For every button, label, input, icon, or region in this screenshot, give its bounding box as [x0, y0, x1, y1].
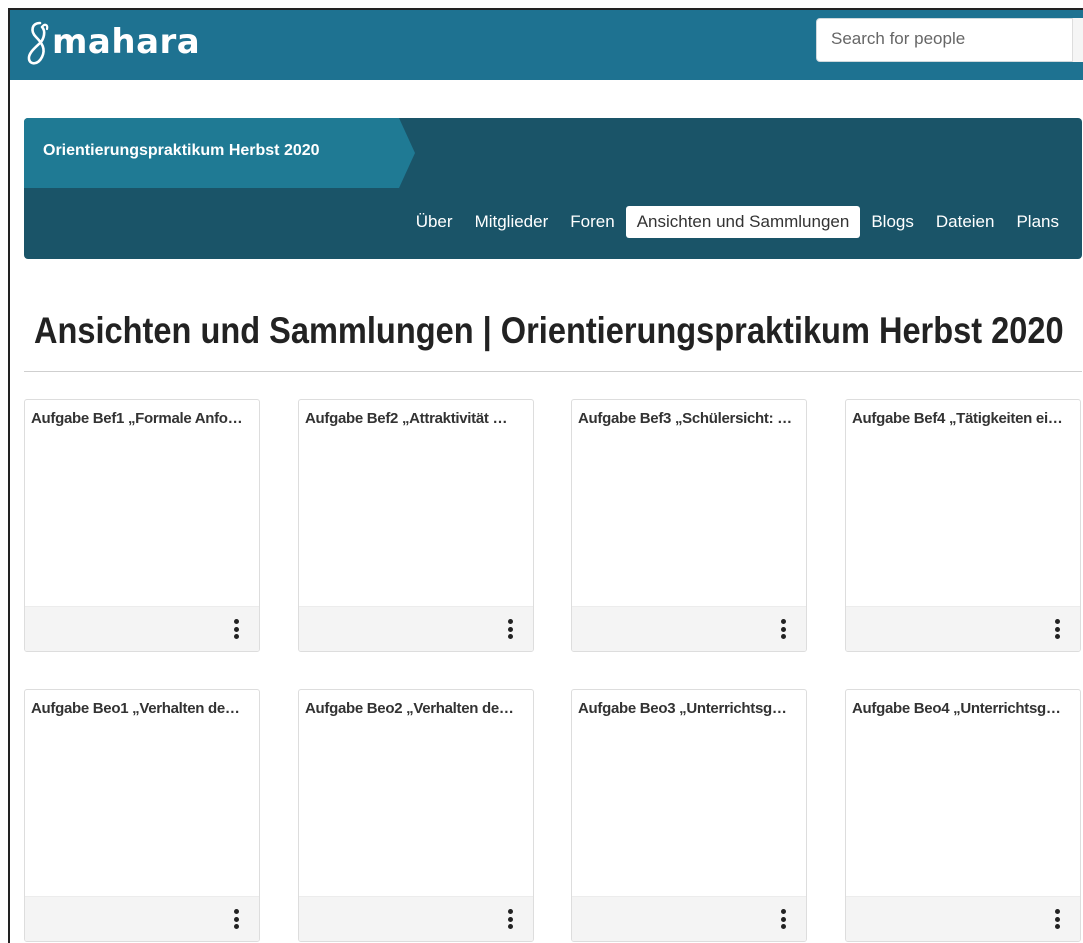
logo-text: mahara	[52, 22, 201, 62]
more-options-icon[interactable]	[507, 909, 513, 929]
page-heading: Ansichten und Sammlungen | Orientierungs…	[24, 310, 1082, 372]
card-title[interactable]: Aufgabe Beo4 „Unterrichtsg…	[852, 700, 1074, 717]
card-title[interactable]: Aufgabe Beo1 „Verhalten de…	[31, 700, 253, 717]
search-people-input[interactable]	[817, 19, 1067, 59]
card-title[interactable]: Aufgabe Bef4 „Tätigkeiten ei…	[852, 410, 1074, 427]
card-title[interactable]: Aufgabe Beo3 „Unterrichtsg…	[578, 700, 800, 717]
card-footer	[846, 896, 1080, 941]
mahara-logo[interactable]: mahara	[26, 14, 200, 76]
card-footer	[299, 896, 533, 941]
more-options-icon[interactable]	[233, 909, 239, 929]
more-options-icon[interactable]	[780, 909, 786, 929]
top-navigation-bar: mahara	[10, 10, 1083, 80]
view-card-beo2[interactable]: Aufgabe Beo2 „Verhalten de…	[298, 689, 534, 942]
group-header: Orientierungspraktikum Herbst 2020 Über …	[24, 118, 1082, 259]
more-options-icon[interactable]	[233, 619, 239, 639]
page-title: Ansichten und Sammlungen | Orientierungs…	[34, 310, 1064, 351]
view-card-beo1[interactable]: Aufgabe Beo1 „Verhalten de…	[24, 689, 260, 942]
view-card-beo3[interactable]: Aufgabe Beo3 „Unterrichtsg…	[571, 689, 807, 942]
view-card-bef2[interactable]: Aufgabe Bef2 „Attraktivität …	[298, 399, 534, 652]
view-card-bef4[interactable]: Aufgabe Bef4 „Tätigkeiten ei…	[845, 399, 1081, 652]
view-card-bef3[interactable]: Aufgabe Bef3 „Schülersicht: …	[571, 399, 807, 652]
card-footer	[299, 606, 533, 651]
search-box	[816, 18, 1076, 62]
tab-foren[interactable]: Foren	[559, 206, 625, 238]
browser-viewport: mahara Orientierungspraktikum Herbst 202…	[8, 8, 1083, 943]
card-title[interactable]: Aufgabe Beo2 „Verhalten de…	[305, 700, 527, 717]
search-button[interactable]	[1072, 18, 1083, 62]
card-footer	[25, 606, 259, 651]
mahara-logo-icon	[27, 21, 49, 65]
card-footer	[846, 606, 1080, 651]
tab-mitglieder[interactable]: Mitglieder	[464, 206, 560, 238]
view-card-bef1[interactable]: Aufgabe Bef1 „Formale Anfo…	[24, 399, 260, 652]
card-footer	[25, 896, 259, 941]
tab-plans[interactable]: Plans	[1005, 206, 1070, 238]
tab-blogs[interactable]: Blogs	[860, 206, 925, 238]
card-title[interactable]: Aufgabe Bef3 „Schülersicht: …	[578, 410, 800, 427]
more-options-icon[interactable]	[1054, 619, 1060, 639]
card-footer	[572, 896, 806, 941]
more-options-icon[interactable]	[780, 619, 786, 639]
tab-ansichten-und-sammlungen[interactable]: Ansichten und Sammlungen	[625, 206, 861, 238]
view-card-beo4[interactable]: Aufgabe Beo4 „Unterrichtsg…	[845, 689, 1081, 942]
group-nav: Über Mitglieder Foren Ansichten und Samm…	[405, 206, 1070, 238]
tab-dateien[interactable]: Dateien	[925, 206, 1006, 238]
more-options-icon[interactable]	[507, 619, 513, 639]
more-options-icon[interactable]	[1054, 909, 1060, 929]
group-title-arrow	[399, 118, 415, 188]
tab-ueber[interactable]: Über	[405, 206, 464, 238]
card-title[interactable]: Aufgabe Bef2 „Attraktivität …	[305, 410, 527, 427]
card-footer	[572, 606, 806, 651]
group-title[interactable]: Orientierungspraktikum Herbst 2020	[43, 142, 320, 160]
card-title[interactable]: Aufgabe Bef1 „Formale Anfo…	[31, 410, 253, 427]
